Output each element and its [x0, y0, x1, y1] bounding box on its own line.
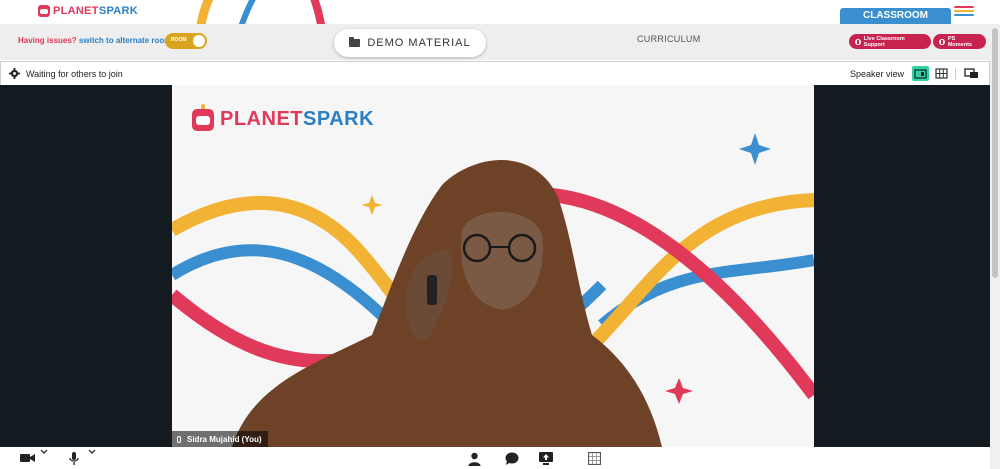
room-toggle[interactable]: ROOM	[165, 33, 207, 49]
participant-video[interactable]: PLANETSPARK Sidra Mujahid (You)	[172, 85, 814, 447]
chat-icon[interactable]	[505, 452, 519, 465]
classroom-tab[interactable]: CLASSROOM	[840, 8, 951, 24]
info-icon	[855, 38, 861, 45]
video-brand-name: PLANETSPARK	[220, 108, 375, 130]
curriculum-tab[interactable]: CURRICULUM	[637, 34, 701, 44]
participants-icon[interactable]	[468, 452, 481, 466]
microphone-icon[interactable]	[69, 452, 79, 466]
divider	[955, 68, 956, 80]
video-stage: PLANETSPARK Sidra Mujahid (You)	[0, 85, 990, 447]
gear-icon[interactable]	[9, 68, 20, 79]
classroom-toolbar: Having issues? switch to alternate room …	[0, 24, 1000, 60]
toggle-knob	[193, 35, 205, 47]
demo-material-button[interactable]: DEMO MATERIAL	[334, 29, 486, 57]
camera-icon[interactable]	[20, 452, 36, 464]
live-support-label: Live Classroom Support	[863, 35, 905, 48]
issues-question: Having issues?	[18, 36, 77, 45]
participant-name-tag: Sidra Mujahid (You)	[172, 431, 268, 447]
top-header: PLANETSPARK CLASSROOM	[0, 0, 1000, 24]
virtual-background	[172, 133, 814, 447]
alternate-room-link[interactable]: switch to alternate room	[79, 36, 171, 45]
robot-logo-icon	[38, 5, 50, 17]
ps-moments-label: PS Moments	[947, 35, 972, 48]
gallery-view-icon[interactable]	[933, 66, 950, 81]
scrollbar-thumb[interactable]	[992, 28, 998, 278]
microphone-icon	[177, 435, 181, 443]
chevron-down-icon[interactable]	[40, 449, 48, 455]
page: PLANETSPARK CLASSROOM Having issues? swi…	[0, 0, 1000, 469]
alternate-room-prompt: Having issues? switch to alternate room	[18, 36, 171, 45]
whiteboard-icon[interactable]	[588, 452, 601, 465]
meeting-controls	[0, 447, 990, 469]
robot-logo-icon	[192, 103, 214, 131]
view-mode-label: Speaker view	[850, 69, 905, 79]
speaker-view-icon[interactable]	[912, 66, 929, 81]
brand-logo[interactable]: PLANETSPARK	[38, 5, 138, 17]
chevron-down-icon[interactable]	[88, 449, 96, 455]
decorative-waves	[196, 0, 325, 24]
info-icon	[939, 38, 945, 45]
room-toggle-label: ROOM	[171, 37, 187, 43]
brand-name: PLANETSPARK	[53, 5, 139, 17]
popout-icon[interactable]	[963, 66, 980, 81]
live-support-button[interactable]: Live Classroom Support	[849, 34, 931, 49]
ps-moments-button[interactable]: PS Moments	[933, 34, 986, 49]
folder-icon	[349, 37, 361, 47]
meeting-status: Waiting for others to join	[26, 69, 123, 79]
meeting-header: Waiting for others to join Speaker view	[0, 61, 990, 85]
participant-name: Sidra Mujahid (You)	[187, 434, 262, 444]
video-brand-logo: PLANETSPARK	[192, 103, 375, 131]
demo-material-label: DEMO MATERIAL	[367, 37, 471, 49]
share-screen-icon[interactable]	[539, 452, 553, 465]
hamburger-icon[interactable]	[954, 6, 974, 18]
vertical-scrollbar[interactable]	[990, 24, 1000, 469]
